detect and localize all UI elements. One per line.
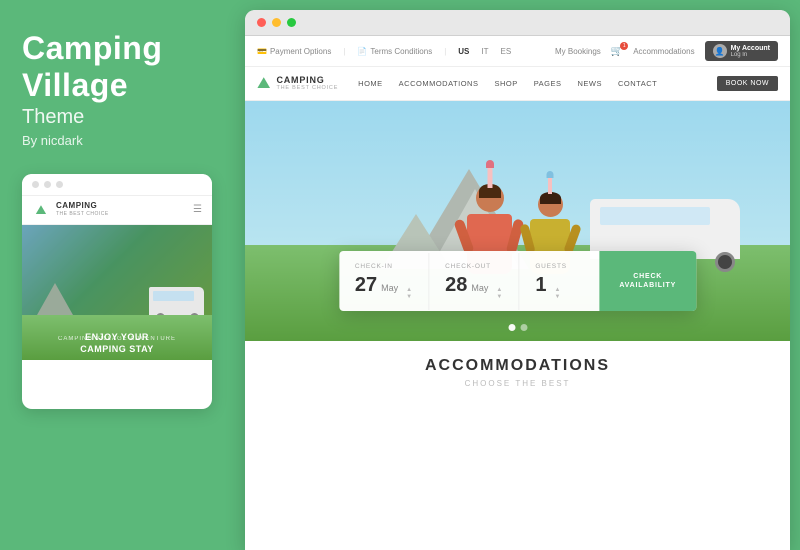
cart-badge: 1 [620, 42, 628, 50]
mobile-nav: ⛰ CAMPING THE BEST CHOICE ☰ [22, 196, 212, 225]
mobile-mountain [37, 283, 73, 315]
rv-body [590, 199, 740, 259]
nav-logo[interactable]: ⛰ CAMPING THE BEST CHOICE [257, 75, 338, 93]
lang-it[interactable]: IT [481, 47, 488, 56]
mobile-logo-icon: ⛰ [32, 201, 50, 219]
checkin-label: CHECK-IN [355, 263, 412, 270]
checkout-value: 28 May ▲ ▼ [445, 274, 502, 300]
nav-logo-text: CAMPING [276, 76, 338, 85]
theme-author: By nicdark [22, 133, 223, 148]
hero-section: CHECK-IN 27 May ▲ ▼ CHECK-OUT 28 May [245, 101, 790, 341]
nav-news[interactable]: NEWS [578, 79, 603, 88]
accommodations-section: ACCOMMODATIONS CHOOSE THE BEST [245, 341, 790, 398]
guests-value: 1 ▲ ▼ [535, 274, 583, 300]
slide-dot-2[interactable] [520, 324, 527, 331]
guests-down-arrow[interactable]: ▼ [554, 294, 560, 300]
section-subtitle: CHOOSE THE BEST [265, 379, 770, 388]
nav-accommodations[interactable]: ACCOMMODATIONS [399, 79, 479, 88]
mobile-rv [149, 287, 204, 315]
checkout-down-arrow[interactable]: ▼ [496, 294, 502, 300]
mobile-logo-sub: THE BEST CHOICE [56, 211, 109, 217]
mobile-preview-card: ⛰ CAMPING THE BEST CHOICE ☰ CAMPING VILL… [22, 174, 212, 409]
theme-subtitle: Theme [22, 106, 223, 129]
nav-pages[interactable]: PAGES [534, 79, 562, 88]
account-avatar: 👤 [713, 44, 727, 58]
mobile-headline: ENJOY YOUR CAMPING STAY [22, 332, 212, 355]
guests-up-arrow[interactable]: ▲ [554, 287, 560, 293]
left-panel: Camping Village Theme By nicdark ⛰ CAMPI… [0, 0, 245, 550]
credit-card-icon: 💳 [257, 47, 267, 56]
checkin-field[interactable]: CHECK-IN 27 May ▲ ▼ [339, 253, 429, 310]
book-now-button[interactable]: BOOK NOW [717, 76, 778, 91]
check-availability-button[interactable]: CHECK AVAILABILITY [599, 251, 696, 311]
booking-widget: CHECK-IN 27 May ▲ ▼ CHECK-OUT 28 May [339, 251, 696, 311]
mobile-topbar [22, 174, 212, 196]
checkin-arrows[interactable]: ▲ ▼ [406, 287, 412, 300]
section-title: ACCOMMODATIONS [265, 357, 770, 375]
website-content: 💳 Payment Options | 📄 Terms Conditions |… [245, 36, 790, 550]
terms-conditions[interactable]: 📄 Terms Conditions [357, 47, 432, 56]
lang-es[interactable]: ES [501, 47, 512, 56]
mobile-logo-text: CAMPING [56, 202, 109, 211]
browser-dot-yellow[interactable] [272, 18, 281, 27]
nav-contact[interactable]: CONTACT [618, 79, 657, 88]
nav-links: HOME ACCOMMODATIONS SHOP PAGES NEWS CONT… [358, 79, 717, 88]
doc-icon: 📄 [357, 47, 367, 56]
checkout-up-arrow[interactable]: ▲ [496, 287, 502, 293]
dot-2 [44, 181, 51, 188]
mountain-icon: ⛰ [257, 75, 270, 93]
guests-field[interactable]: GUESTS 1 ▲ ▼ [519, 253, 599, 310]
browser-dot-green[interactable] [287, 18, 296, 27]
nav-home[interactable]: HOME [358, 79, 383, 88]
payment-options[interactable]: 💳 Payment Options [257, 47, 331, 56]
utility-right: My Bookings 🛒 1 Accommodations 👤 My Acco… [555, 41, 778, 61]
rv-wheel-right [715, 252, 735, 272]
checkin-up-arrow[interactable]: ▲ [406, 287, 412, 293]
main-navigation: ⛰ CAMPING THE BEST CHOICE HOME ACCOMMODA… [245, 67, 790, 101]
checkin-down-arrow[interactable]: ▼ [406, 294, 412, 300]
cart-icon[interactable]: 🛒 1 [611, 46, 623, 57]
browser-window: 💳 Payment Options | 📄 Terms Conditions |… [245, 10, 790, 550]
dot-3 [56, 181, 63, 188]
guests-arrows[interactable]: ▲ ▼ [554, 287, 560, 300]
browser-chrome [245, 10, 790, 36]
theme-title: Camping Village [22, 30, 223, 104]
nav-logo-sub: THE BEST CHOICE [276, 85, 338, 91]
account-button[interactable]: 👤 My Account Log In [705, 41, 778, 61]
browser-dot-red[interactable] [257, 18, 266, 27]
utility-bar: 💳 Payment Options | 📄 Terms Conditions |… [245, 36, 790, 67]
lang-us[interactable]: US [458, 47, 469, 56]
hero-slide-dots [508, 324, 527, 331]
guests-label: GUESTS [535, 263, 583, 270]
checkin-value: 27 May ▲ ▼ [355, 274, 412, 300]
checkout-label: CHECK-OUT [445, 263, 502, 270]
mobile-hamburger-icon[interactable]: ☰ [193, 204, 202, 215]
accommodations-link[interactable]: Accommodations [633, 47, 694, 56]
checkout-arrows[interactable]: ▲ ▼ [496, 287, 502, 300]
slide-dot-1[interactable] [508, 324, 515, 331]
nav-shop[interactable]: SHOP [494, 79, 517, 88]
my-bookings-link[interactable]: My Bookings [555, 47, 601, 56]
checkout-field[interactable]: CHECK-OUT 28 May ▲ ▼ [429, 253, 519, 310]
dot-1 [32, 181, 39, 188]
mobile-hero: CAMPING VILLAGE ADVENTURE ENJOY YOUR CAM… [22, 225, 212, 360]
